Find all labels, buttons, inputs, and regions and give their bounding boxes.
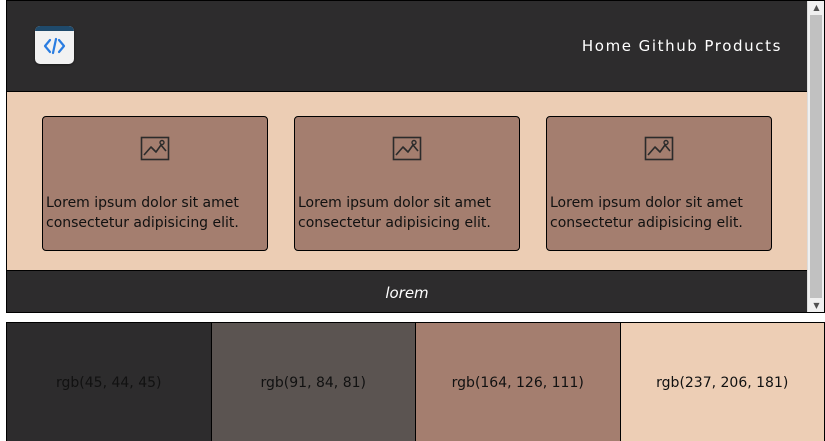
color-swatch: rgb(45, 44, 45) bbox=[7, 323, 212, 441]
nav-link-github[interactable]: Github bbox=[639, 37, 699, 55]
color-swatch: rgb(91, 84, 81) bbox=[211, 323, 416, 441]
card: Lorem ipsum dolor sit amet consectetur a… bbox=[294, 116, 520, 251]
footer-text: lorem bbox=[385, 283, 429, 302]
main-nav: Home Github Products bbox=[582, 37, 782, 55]
card-list: Lorem ipsum dolor sit amet consectetur a… bbox=[7, 92, 807, 270]
preview-frame: Home Github Products Lorem ipsum dolor s… bbox=[6, 0, 825, 313]
vertical-scrollbar[interactable]: ▲ ▼ bbox=[807, 1, 824, 312]
site-footer: lorem bbox=[7, 270, 807, 312]
card-text: Lorem ipsum dolor sit amet consectetur a… bbox=[298, 195, 491, 231]
code-brackets-icon bbox=[43, 37, 66, 55]
swatch-label: rgb(237, 206, 181) bbox=[656, 375, 789, 391]
site-header: Home Github Products bbox=[7, 1, 807, 92]
color-swatch: rgb(237, 206, 181) bbox=[620, 323, 825, 441]
image-icon bbox=[644, 136, 674, 161]
color-swatch: rgb(164, 126, 111) bbox=[416, 323, 621, 441]
color-palette: rgb(45, 44, 45) rgb(91, 84, 81) rgb(164,… bbox=[6, 322, 825, 441]
image-icon bbox=[140, 136, 170, 161]
nav-link-home[interactable]: Home bbox=[582, 37, 633, 55]
scroll-thumb[interactable] bbox=[810, 15, 822, 298]
card-text: Lorem ipsum dolor sit amet consectetur a… bbox=[46, 195, 239, 231]
swatch-label: rgb(45, 44, 45) bbox=[56, 375, 162, 391]
card-text: Lorem ipsum dolor sit amet consectetur a… bbox=[550, 195, 743, 231]
scroll-up-arrow-icon[interactable]: ▲ bbox=[808, 1, 824, 14]
scroll-down-arrow-icon[interactable]: ▼ bbox=[808, 299, 824, 312]
swatch-label: rgb(91, 84, 81) bbox=[260, 375, 366, 391]
logo[interactable] bbox=[35, 26, 74, 64]
card: Lorem ipsum dolor sit amet consectetur a… bbox=[546, 116, 772, 251]
nav-link-products[interactable]: Products bbox=[704, 37, 782, 55]
card: Lorem ipsum dolor sit amet consectetur a… bbox=[42, 116, 268, 251]
image-icon bbox=[392, 136, 422, 161]
swatch-label: rgb(164, 126, 111) bbox=[451, 375, 584, 391]
